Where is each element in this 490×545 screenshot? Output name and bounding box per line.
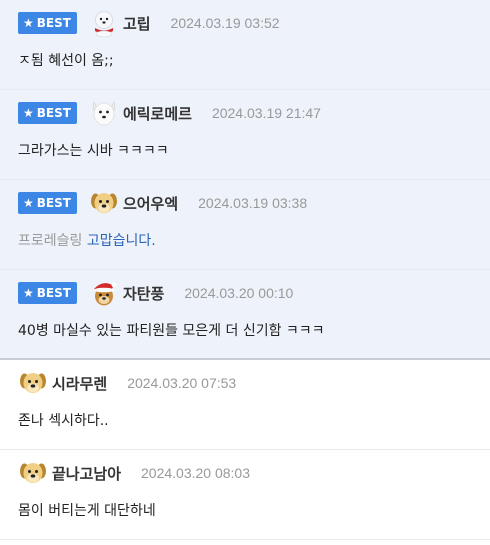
- santa-dog-icon[interactable]: [89, 278, 119, 308]
- timestamp: 2024.03.19 03:38: [198, 195, 308, 211]
- snowman-dog-icon[interactable]: [89, 8, 119, 38]
- best-badge: ★ BEST: [18, 102, 77, 124]
- comment-text: 존나 섹시하다..: [18, 413, 109, 429]
- star-icon: ★: [23, 286, 34, 300]
- best-label: BEST: [36, 286, 71, 300]
- comment-item: 끝나고남아 2024.03.20 08:03 몸이 버티는게 대단하네: [0, 450, 490, 540]
- nickname[interactable]: 고립: [123, 13, 151, 34]
- best-label: BEST: [36, 106, 71, 120]
- comment-item: ★ BEST 으어우엑 2024.03.19 03:38 프로레슬링 고맙습니다…: [0, 180, 490, 270]
- comment-text: 프로레슬링 고맙습니다.: [18, 232, 472, 250]
- puppy-icon[interactable]: [18, 368, 48, 398]
- comment-header: 끝나고남아 2024.03.20 08:03: [18, 458, 472, 488]
- timestamp: 2024.03.20 07:53: [127, 375, 237, 391]
- timestamp: 2024.03.19 21:47: [211, 105, 321, 121]
- timestamp: 2024.03.20 00:10: [184, 285, 294, 301]
- puppy-icon[interactable]: [18, 458, 48, 488]
- nickname[interactable]: 끝나고남아: [52, 463, 121, 484]
- nickname[interactable]: 에릭로메르: [123, 103, 192, 124]
- comment-header: ★ BEST 에릭로메르 2024.03.19 21:47: [18, 98, 472, 128]
- comment-header: ★ BEST 자탄풍 2024.03.20 00:10: [18, 278, 472, 308]
- comment-text-gray: 프로레슬링: [18, 233, 83, 249]
- best-badge: ★ BEST: [18, 282, 77, 304]
- best-badge: ★ BEST: [18, 12, 77, 34]
- nickname[interactable]: 시라무렌: [52, 373, 107, 394]
- timestamp: 2024.03.20 08:03: [141, 465, 251, 481]
- nickname[interactable]: 자탄풍: [123, 283, 164, 304]
- comment-list: ★ BEST 고립 2024.03.19 03:52 ㅈ됨 혜선이 옴;; ★ …: [0, 0, 490, 540]
- comment-header: ★ BEST 고립 2024.03.19 03:52: [18, 8, 472, 38]
- best-label: BEST: [36, 196, 71, 210]
- best-label: BEST: [36, 16, 71, 30]
- timestamp: 2024.03.19 03:52: [170, 15, 280, 31]
- comment-text: 몸이 버티는게 대단하네: [18, 503, 156, 519]
- comment-item: ★ BEST 자탄풍 2024.03.20 00:10 40병 마실수 있는 파…: [0, 270, 490, 360]
- comment-header: 시라무렌 2024.03.20 07:53: [18, 368, 472, 398]
- comment-item: ★ BEST 고립 2024.03.19 03:52 ㅈ됨 혜선이 옴;;: [0, 0, 490, 90]
- comment-text: 그라가스는 시바 ㅋㅋㅋㅋ: [18, 143, 169, 159]
- comment-text: 40병 마실수 있는 파티원들 모은게 더 신기함 ㅋㅋㅋ: [18, 323, 325, 339]
- star-icon: ★: [23, 16, 34, 30]
- best-badge: ★ BEST: [18, 192, 77, 214]
- star-icon: ★: [23, 106, 34, 120]
- nickname[interactable]: 으어우엑: [123, 193, 178, 214]
- comment-text-link[interactable]: 고맙습니다.: [87, 233, 156, 249]
- comment-text: ㅈ됨 혜선이 옴;;: [18, 53, 114, 69]
- comment-header: ★ BEST 으어우엑 2024.03.19 03:38: [18, 188, 472, 218]
- puppy-icon[interactable]: [89, 188, 119, 218]
- white-dog-icon[interactable]: [89, 98, 119, 128]
- star-icon: ★: [23, 196, 34, 210]
- comment-item: 시라무렌 2024.03.20 07:53 존나 섹시하다..: [0, 360, 490, 450]
- comment-item: ★ BEST 에릭로메르 2024.03.19 21:47 그라가스는 시바 ㅋ…: [0, 90, 490, 180]
